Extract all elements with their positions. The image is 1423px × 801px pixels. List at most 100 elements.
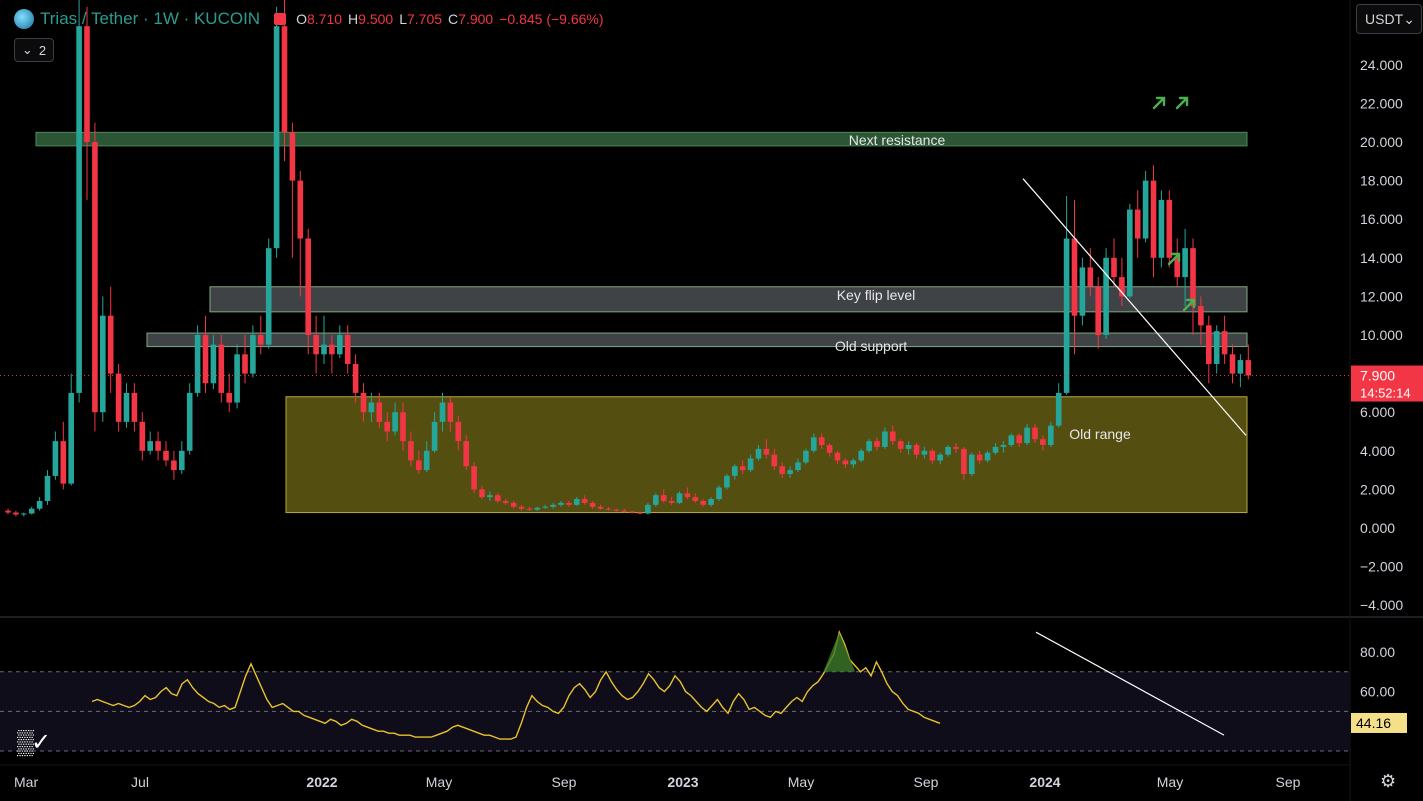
settings-gear-icon[interactable]: ⚙ bbox=[1380, 772, 1398, 790]
chart-canvas[interactable]: 24.00022.00020.00018.00016.00014.00012.0… bbox=[0, 0, 1423, 801]
price-axis-tick: 16.000 bbox=[1360, 211, 1403, 227]
candle-body bbox=[905, 445, 912, 449]
candle-body bbox=[1150, 180, 1157, 258]
ohlc-low: L7.705 bbox=[399, 11, 443, 27]
candle-body bbox=[1040, 439, 1046, 446]
currency-label: USDT bbox=[1365, 11, 1404, 27]
candle-body bbox=[28, 508, 35, 514]
candle-body bbox=[526, 508, 533, 510]
candle-body bbox=[811, 437, 817, 451]
zone-next-resistance bbox=[35, 131, 1248, 147]
candle-body bbox=[818, 437, 825, 446]
candle-body bbox=[289, 132, 296, 181]
zone-label: Next resistance bbox=[849, 132, 946, 148]
currency-select[interactable]: USDT ⌄ bbox=[1356, 4, 1422, 34]
time-axis-tick: Sep bbox=[1276, 774, 1301, 790]
candle-body bbox=[1213, 331, 1220, 364]
price-axis-tick: 18.000 bbox=[1360, 173, 1403, 189]
candle-body bbox=[368, 402, 375, 413]
flag-icon[interactable] bbox=[274, 13, 287, 25]
candle-body bbox=[202, 335, 209, 384]
candle-body bbox=[684, 493, 691, 498]
candle-body bbox=[984, 452, 991, 461]
candle-body bbox=[763, 448, 770, 455]
candle-body bbox=[550, 504, 556, 507]
candle-body bbox=[84, 26, 90, 143]
candle-body bbox=[234, 354, 240, 403]
candle-body bbox=[510, 502, 517, 507]
candle-body bbox=[313, 335, 319, 355]
candle-body bbox=[329, 344, 335, 355]
time-axis-tick: 2024 bbox=[1029, 774, 1060, 790]
candle-body bbox=[874, 441, 880, 447]
candle-body bbox=[581, 499, 588, 503]
candle-body bbox=[123, 392, 130, 422]
candle-body bbox=[787, 470, 793, 474]
indicator-count: 2 bbox=[38, 42, 47, 58]
indicators-toggle-button[interactable]: ⌄ 2 bbox=[14, 38, 54, 62]
candle-body bbox=[1190, 248, 1196, 307]
candle-body bbox=[1016, 435, 1022, 444]
ohlc-high: H9.500 bbox=[348, 11, 394, 27]
candle-body bbox=[692, 497, 699, 501]
candle-body bbox=[447, 402, 454, 422]
time-axis-tick: Sep bbox=[914, 774, 939, 790]
candle-body bbox=[676, 493, 683, 503]
candle-body bbox=[850, 460, 857, 465]
candle-body bbox=[439, 402, 446, 422]
candle-body bbox=[455, 421, 462, 442]
time-axis-tick: 2022 bbox=[306, 774, 337, 790]
symbol-header: Trias / Tether · 1W · KUCOIN O8.710 H9.5… bbox=[14, 8, 604, 30]
candle-body bbox=[716, 487, 722, 500]
rsi-last-value: 44.16 bbox=[1356, 715, 1391, 731]
trias-logo-icon bbox=[14, 9, 34, 29]
candle-body bbox=[969, 454, 975, 474]
zone-old-support bbox=[146, 332, 1248, 348]
price-axis-tick: −4.000 bbox=[1360, 597, 1403, 613]
zone-label: Old range bbox=[1069, 426, 1131, 442]
candle-body bbox=[1032, 427, 1038, 440]
time-axis-tick: Mar bbox=[14, 774, 38, 790]
candle-body bbox=[1245, 360, 1252, 376]
candle-body bbox=[392, 412, 398, 432]
candle-body bbox=[621, 510, 627, 512]
candle-body bbox=[605, 508, 612, 510]
candle-body bbox=[542, 506, 548, 508]
candle-body bbox=[866, 441, 872, 451]
price-axis-tick: 24.000 bbox=[1360, 57, 1403, 73]
candle-body bbox=[961, 448, 967, 474]
candle-body bbox=[834, 452, 841, 461]
candle-body bbox=[1024, 427, 1030, 444]
price-axis-tick: 0.000 bbox=[1360, 520, 1395, 536]
time-axis-tick: May bbox=[788, 774, 814, 790]
candle-body bbox=[1087, 267, 1094, 287]
candle-body bbox=[194, 335, 201, 393]
ohlc-close: C7.900 bbox=[448, 11, 494, 27]
last-price-value: 7.900 bbox=[1360, 368, 1395, 384]
candle-body bbox=[360, 392, 367, 413]
price-axis-tick: 4.000 bbox=[1360, 443, 1395, 459]
candle-body bbox=[842, 460, 849, 465]
candle-body bbox=[739, 466, 746, 471]
ohlc-open: O8.710 bbox=[296, 11, 343, 27]
candle-body bbox=[107, 315, 114, 374]
candle-body bbox=[139, 421, 146, 451]
symbol-title[interactable]: Trias / Tether · 1W · KUCOIN bbox=[40, 9, 260, 29]
zone-key-flip-level bbox=[209, 286, 1248, 313]
chevron-down-icon: ⌄ bbox=[21, 42, 33, 57]
candle-body bbox=[495, 495, 501, 501]
candle-body bbox=[890, 431, 896, 442]
candle-body bbox=[945, 446, 951, 455]
candle-body bbox=[68, 392, 74, 484]
candle-body bbox=[5, 510, 11, 513]
candle-body bbox=[52, 441, 59, 476]
candle-body bbox=[779, 466, 785, 474]
candle-body bbox=[953, 446, 959, 449]
candle-body bbox=[660, 495, 667, 501]
rsi-overbought-fill bbox=[823, 632, 856, 672]
candle-body bbox=[92, 142, 98, 413]
time-axis-tick: May bbox=[426, 774, 452, 790]
candle-body bbox=[534, 507, 541, 510]
candle-body bbox=[921, 450, 928, 455]
up-arrow-icon bbox=[1175, 96, 1189, 110]
